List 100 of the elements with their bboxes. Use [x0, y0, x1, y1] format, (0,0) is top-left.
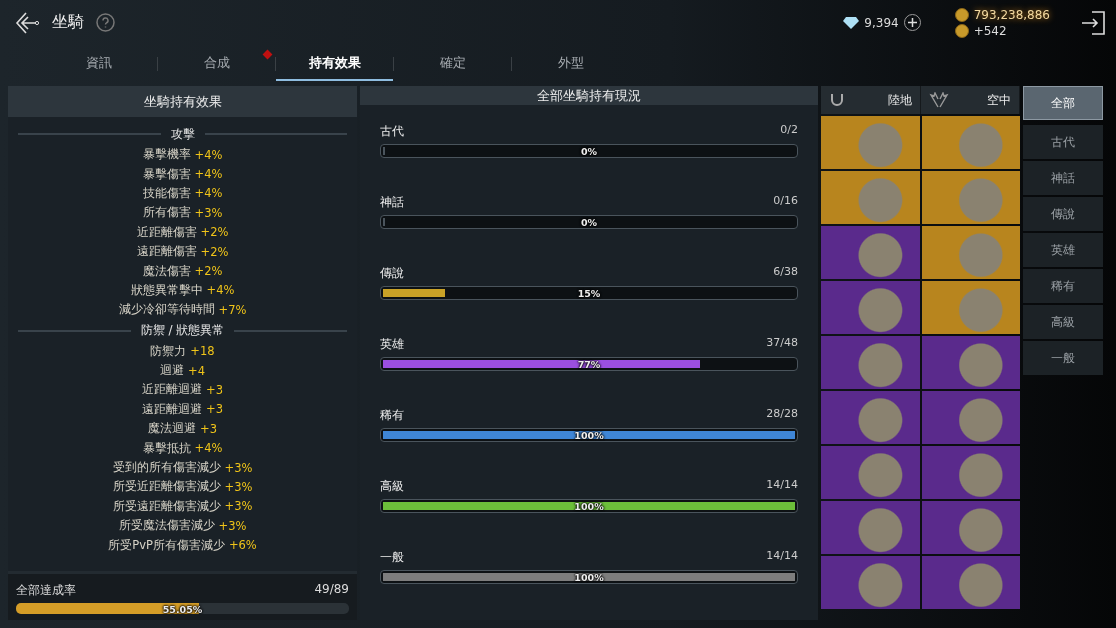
mount-thumbnail[interactable] [921, 446, 1020, 499]
grade-name: 高級 [380, 478, 404, 495]
grade-name: 英雄 [380, 336, 404, 353]
grade-count: 28/28 [766, 407, 798, 422]
section-heading: 防禦 / 狀態異常 [140, 322, 225, 339]
mount-thumbnail[interactable] [821, 556, 920, 609]
coin-icon [954, 23, 969, 38]
stat-name: 遠距離迴避 [142, 401, 202, 417]
grade-filter-button[interactable]: 英雄 [1023, 233, 1103, 267]
stat-name: 技能傷害 [142, 185, 191, 201]
page-title: 坐騎 [52, 12, 84, 33]
grade-name: 一般 [380, 549, 404, 566]
horseshoe-icon [829, 92, 845, 108]
stat-name: 近距離迴避 [142, 382, 202, 398]
grade-filter-button[interactable]: 全部 [1023, 86, 1103, 120]
mount-thumbnail[interactable] [921, 171, 1020, 224]
exit-icon[interactable] [1080, 9, 1106, 36]
stat-value: +3% [224, 460, 253, 475]
stat-name: 遠距離傷害 [136, 244, 197, 260]
mount-thumbnail[interactable] [821, 446, 920, 499]
help-icon[interactable] [96, 13, 115, 32]
progress-percent: 0% [580, 145, 598, 157]
stat-name: 所受近距離傷害減少 [112, 479, 221, 495]
progress-percent: 100% [574, 571, 604, 583]
mount-thumbnail[interactable] [921, 226, 1020, 279]
stat-value: +3% [224, 479, 253, 494]
panel-title: 坐騎持有效果 [8, 86, 357, 117]
currency-gain: +542 [973, 23, 1007, 38]
stat-value: +7% [218, 302, 247, 317]
stat-name: 暴擊機率 [142, 147, 191, 163]
grade-name: 傳說 [380, 265, 404, 282]
grade-filter-button[interactable]: 高級 [1023, 305, 1103, 339]
tab[interactable]: 資訊 [40, 47, 157, 81]
grade-filter-button[interactable]: 神話 [1023, 161, 1103, 195]
grade-count: 6/38 [773, 265, 798, 280]
grade-filter-button[interactable]: 一般 [1023, 341, 1103, 375]
grade-name: 古代 [380, 123, 404, 140]
stat-name: 狀態異常擊中 [130, 282, 203, 298]
mount-thumbnail[interactable] [821, 171, 920, 224]
stat-name: 減少冷卻等待時間 [118, 302, 215, 318]
mount-thumbnail[interactable] [821, 391, 920, 444]
currency-amount: 793,238,886 [973, 7, 1050, 22]
stat-value: +3% [224, 499, 253, 514]
stat-value: +2% [194, 264, 223, 279]
mount-thumbnail[interactable] [921, 116, 1020, 169]
stat-value: +2% [200, 225, 229, 240]
stat-name: 魔法迴避 [148, 421, 196, 437]
stat-name: 所受魔法傷害減少 [118, 518, 215, 534]
grade-count: 14/14 [766, 549, 798, 564]
grade-filter-button[interactable]: 稀有 [1023, 269, 1103, 303]
mount-thumbnail[interactable] [821, 226, 920, 279]
grade-filter-button[interactable]: 傳說 [1023, 197, 1103, 231]
total-count: 49/89 [314, 582, 349, 598]
tab[interactable]: 外型 [512, 47, 629, 81]
stat-value: +3 [206, 402, 223, 417]
grade-count: 14/14 [766, 478, 798, 493]
mount-thumbnail[interactable] [821, 501, 920, 554]
diamond-icon [843, 16, 860, 29]
mount-thumbnail[interactable] [921, 281, 1020, 334]
mount-thumbnail[interactable] [921, 336, 1020, 389]
mount-type-tab[interactable]: 空中 [920, 86, 1020, 114]
stat-name: 暴擊抵抗 [142, 440, 191, 456]
stat-name: 防禦力 [150, 343, 187, 359]
stat-value: +4% [194, 186, 223, 201]
stat-name: 所受遠距離傷害減少 [112, 498, 221, 514]
stat-value: +2% [200, 244, 229, 259]
tab[interactable]: 持有效果 [276, 47, 393, 81]
stat-value: +4 [188, 363, 205, 378]
mount-thumbnail[interactable] [821, 281, 920, 334]
coin-icon [954, 7, 969, 22]
mount-thumbnail[interactable] [921, 556, 1020, 609]
tab[interactable]: 合成 [158, 47, 275, 81]
stat-name: 近距離傷害 [136, 224, 197, 240]
stat-name: 受到的所有傷害減少 [112, 460, 221, 476]
mount-thumbnail[interactable] [921, 391, 1020, 444]
grade-filter-button[interactable]: 古代 [1023, 125, 1103, 159]
stat-value: +3% [218, 518, 247, 533]
stat-value: +4% [194, 441, 223, 456]
tab[interactable]: 確定 [394, 47, 511, 81]
stat-value: +6% [228, 538, 257, 553]
gem-count: 9,394 [864, 15, 899, 30]
wings-icon [928, 92, 949, 108]
progress-percent: 0% [580, 216, 598, 228]
mount-thumbnail[interactable] [921, 501, 1020, 554]
progress-percent: 77% [577, 358, 601, 370]
mount-type-tab[interactable]: 陸地 [821, 86, 921, 114]
mount-thumbnail[interactable] [821, 116, 920, 169]
progress-percent: 15% [577, 287, 601, 299]
stat-name: 暴擊傷害 [142, 166, 191, 182]
grade-name: 神話 [380, 194, 404, 211]
stat-name: 所受PvP所有傷害減少 [108, 537, 225, 553]
stat-value: +4% [194, 167, 223, 182]
stat-value: +3% [194, 205, 223, 220]
grade-name: 稀有 [380, 407, 404, 424]
mount-thumbnail[interactable] [821, 336, 920, 389]
stat-value: +3 [206, 383, 223, 397]
grade-count: 0/2 [780, 123, 798, 138]
total-label: 全部達成率 [16, 582, 76, 599]
section-heading: 攻擊 [170, 125, 195, 143]
plus-icon [907, 18, 917, 27]
